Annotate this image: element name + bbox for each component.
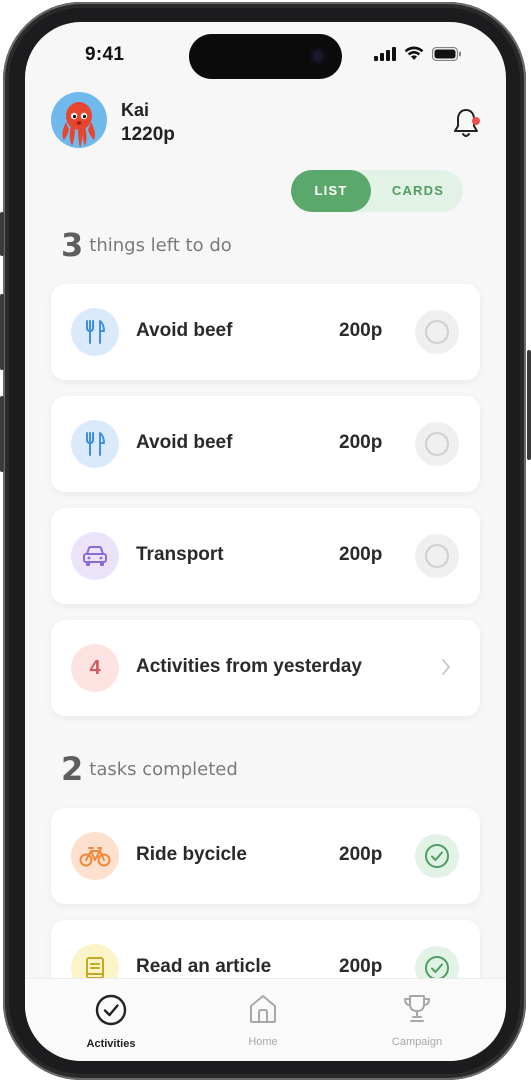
todo-section-title: 3 things left to do xyxy=(61,226,232,264)
notification-badge xyxy=(472,117,480,125)
trophy-icon xyxy=(404,995,430,1022)
camera-icon xyxy=(310,48,326,64)
notification-button[interactable] xyxy=(451,106,481,140)
tab-activities-label: Activities xyxy=(86,1038,136,1050)
octopus-icon xyxy=(62,102,95,148)
complete-checkbox[interactable] xyxy=(415,310,459,354)
completed-count: 2 xyxy=(61,750,84,788)
activity-label: Ride bycicle xyxy=(136,844,247,865)
volume-down-button xyxy=(0,396,4,472)
profile-header: Kai 1220p xyxy=(51,92,481,152)
activity-icon-circle xyxy=(71,420,119,468)
activity-points: 200p xyxy=(339,956,383,977)
tab-home[interactable]: Home xyxy=(203,993,323,1048)
yesterday-activities-card[interactable]: 4 Activities from yesterday xyxy=(51,620,480,716)
user-name: Kai xyxy=(121,100,150,120)
completed-label: tasks completed xyxy=(89,758,238,780)
activity-points: 200p xyxy=(339,320,383,341)
activity-points: 200p xyxy=(339,432,383,453)
user-points: 1220p xyxy=(121,124,175,145)
bicycle-icon xyxy=(79,847,111,867)
tab-campaign-label: Campaign xyxy=(391,1036,443,1048)
activity-icon-circle xyxy=(71,308,119,356)
status-icons xyxy=(374,46,462,61)
chevron-right-icon xyxy=(442,659,450,675)
tab-home-label: Home xyxy=(248,1036,278,1048)
checkbox-ring xyxy=(425,320,449,344)
activity-label: Avoid beef xyxy=(136,432,233,453)
app-screen: 9:41 Kai 1220p LIST CARDS 3 things left … xyxy=(25,22,506,1061)
activity-card[interactable]: Transport 200p xyxy=(51,508,480,604)
completed-checkbox[interactable] xyxy=(415,834,459,878)
silent-switch xyxy=(0,212,4,256)
signal-icon xyxy=(374,46,396,61)
activity-points: 200p xyxy=(339,544,383,565)
check-circle-icon xyxy=(95,994,127,1026)
completed-card[interactable]: Ride bycicle 200p xyxy=(51,808,480,904)
activity-card[interactable]: Avoid beef 200p xyxy=(51,396,480,492)
checkbox-ring xyxy=(425,432,449,456)
tab-campaign[interactable]: Campaign xyxy=(357,993,477,1048)
power-button xyxy=(527,350,531,460)
battery-icon xyxy=(432,46,461,61)
todo-count: 3 xyxy=(61,226,84,264)
fork-knife-icon xyxy=(86,432,105,456)
tab-bar: Activities Home Campaign xyxy=(25,978,506,1061)
fork-knife-icon xyxy=(86,320,105,344)
activity-label: Avoid beef xyxy=(136,320,233,341)
dynamic-island xyxy=(189,34,342,79)
checkbox-ring xyxy=(425,544,449,568)
volume-up-button xyxy=(0,294,4,370)
wifi-icon xyxy=(404,46,424,60)
yesterday-label: Activities from yesterday xyxy=(136,656,362,677)
activity-points: 200p xyxy=(339,844,383,865)
tab-activities[interactable]: Activities xyxy=(51,993,171,1050)
status-time: 9:41 xyxy=(85,44,125,65)
home-icon xyxy=(250,995,276,1023)
yesterday-count: 4 xyxy=(89,656,101,679)
status-bar: 9:41 xyxy=(25,22,506,82)
activity-icon-circle xyxy=(71,832,119,880)
check-circle-icon xyxy=(425,844,449,868)
avatar[interactable] xyxy=(51,92,107,148)
activity-icon-circle xyxy=(71,532,119,580)
activity-card[interactable]: Avoid beef 200p xyxy=(51,284,480,380)
cards-view-button[interactable]: CARDS xyxy=(373,170,463,212)
book-icon xyxy=(86,957,104,979)
car-icon xyxy=(83,546,107,566)
activity-label: Transport xyxy=(136,544,224,565)
todo-label: things left to do xyxy=(89,234,232,256)
complete-checkbox[interactable] xyxy=(415,534,459,578)
list-view-button[interactable]: LIST xyxy=(291,170,371,212)
complete-checkbox[interactable] xyxy=(415,422,459,466)
view-toggle: LIST CARDS xyxy=(291,170,463,212)
activity-label: Read an article xyxy=(136,956,272,977)
yesterday-count-circle: 4 xyxy=(71,644,119,692)
completed-section-title: 2 tasks completed xyxy=(61,750,238,788)
